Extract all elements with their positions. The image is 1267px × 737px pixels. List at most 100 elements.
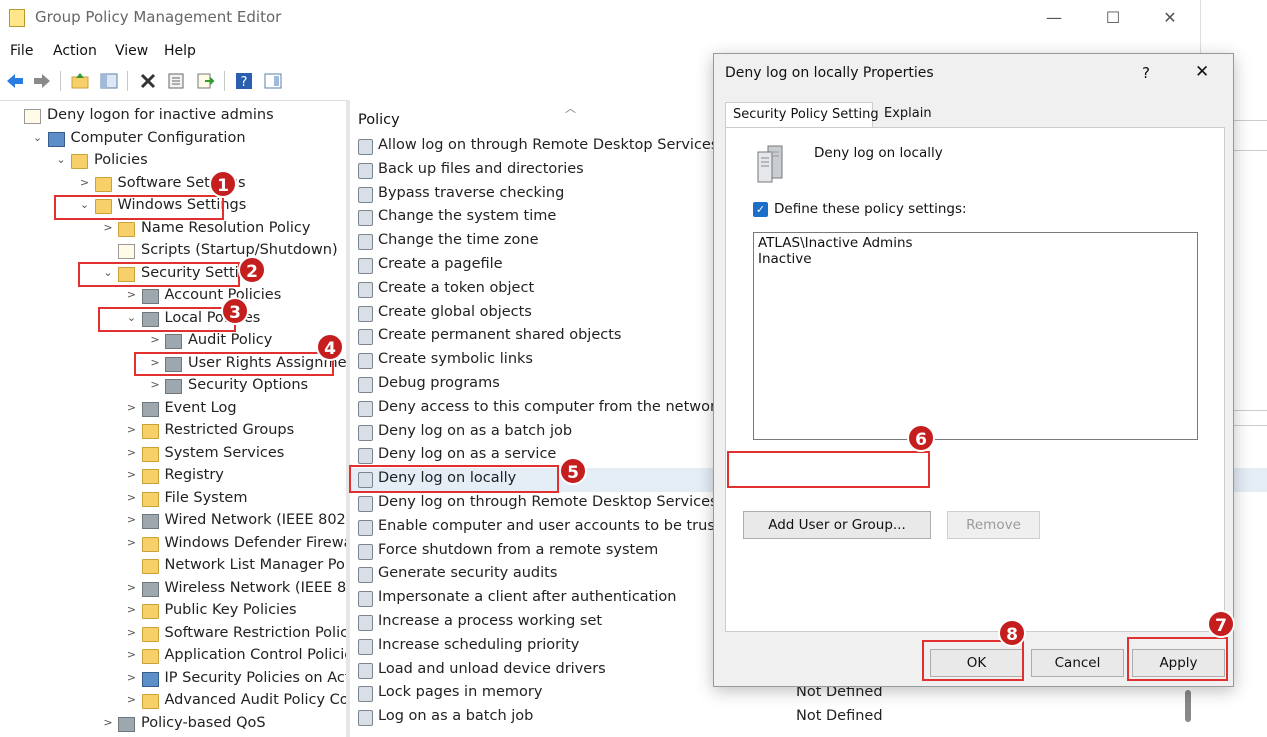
tree-item[interactable]: > Wireless Network (IEEE 802.11) [0, 579, 346, 601]
policy-icon [358, 353, 373, 370]
policy-icon [358, 662, 373, 679]
minimize-button[interactable]: — [1031, 6, 1077, 30]
properties-icon[interactable] [166, 71, 186, 91]
delete-icon[interactable] [138, 71, 158, 91]
chevron-right-icon[interactable]: > [126, 513, 138, 526]
tab-security-policy-setting[interactable]: Security Policy Setting [725, 102, 879, 128]
chevron-right-icon[interactable]: > [126, 626, 138, 639]
dialog-close-button[interactable]: ✕ [1195, 62, 1209, 82]
tree-item[interactable]: > IP Security Policies on Active D [0, 669, 346, 691]
tree-item[interactable]: > Public Key Policies [0, 601, 346, 623]
help-icon[interactable]: ? [234, 71, 254, 91]
policy-row[interactable]: Log on as a batch job Not Defined [350, 706, 1267, 730]
chevron-right-icon[interactable]: > [126, 648, 138, 661]
chevron-right-icon[interactable]: > [149, 378, 161, 391]
remove-button[interactable]: Remove [947, 511, 1040, 539]
tree-item[interactable]: > Software Settings [0, 174, 346, 196]
menu-action[interactable]: Action [53, 43, 97, 59]
annotation-box [1127, 637, 1228, 681]
tree-item-label: Security Options [188, 377, 309, 393]
chevron-right-icon[interactable]: > [79, 176, 91, 189]
chevron-right-icon[interactable]: > [126, 581, 138, 594]
tree-item-label: Public Key Policies [164, 602, 297, 618]
tree-item[interactable]: > System Services [0, 444, 346, 466]
chevron-right-icon[interactable]: > [102, 221, 114, 234]
tree-item[interactable]: > Account Policies [0, 286, 346, 308]
tree-item[interactable]: > Software Restriction Policies [0, 624, 346, 646]
chevron-right-icon[interactable]: > [149, 333, 161, 346]
tree-item[interactable]: > Windows Defender Firewall wi [0, 534, 346, 556]
chevron-right-icon[interactable]: > [126, 288, 138, 301]
chevron-right-icon[interactable]: > [126, 468, 138, 481]
tab-explain[interactable]: Explain [878, 102, 938, 128]
policy-icon [358, 139, 373, 155]
chevron-right-icon[interactable]: > [126, 491, 138, 504]
tree-item[interactable]: > Policy-based QoS [0, 714, 346, 736]
chevron-right-icon[interactable]: > [102, 716, 114, 729]
chevron-right-icon[interactable]: > [126, 423, 138, 436]
tree-item[interactable]: Deny logon for inactive admins [0, 106, 346, 128]
members-listbox[interactable]: ATLAS\Inactive Admins Inactive [753, 232, 1198, 440]
vertical-scrollbar[interactable] [1185, 690, 1191, 722]
close-button[interactable]: ✕ [1147, 6, 1193, 30]
policy-name: Create a token object [378, 279, 535, 296]
menu-view[interactable]: View [115, 43, 148, 59]
toolbar-separator [60, 71, 61, 91]
chevron-right-icon[interactable]: > [126, 446, 138, 459]
policy-icon [358, 162, 373, 179]
show-pane-icon[interactable] [263, 71, 283, 91]
chevron-right-icon[interactable]: > [126, 536, 138, 549]
tree-item[interactable]: > Application Control Policies [0, 646, 346, 668]
tree-item[interactable]: > Advanced Audit Policy Config [0, 691, 346, 713]
policy-icon [358, 210, 373, 227]
tree-item[interactable]: > Event Log [0, 399, 346, 421]
chevron-down-icon[interactable]: ⌄ [55, 153, 67, 166]
back-arrow-icon[interactable] [5, 71, 25, 91]
chevron-right-icon[interactable]: > [126, 671, 138, 684]
security-folder-icon [141, 424, 159, 439]
tree-item[interactable]: > Registry [0, 466, 346, 488]
list-item[interactable]: Inactive [758, 251, 812, 267]
cancel-button[interactable]: Cancel [1031, 649, 1124, 677]
define-policy-label[interactable]: Define these policy settings: [774, 201, 967, 217]
tree-item[interactable]: > Restricted Groups [0, 421, 346, 443]
policy-name: Deny log on as a service [378, 446, 557, 463]
chevron-down-icon[interactable]: ⌄ [32, 131, 44, 144]
tree-item-label: Policies [94, 152, 148, 168]
step-badge: 2 [238, 256, 266, 284]
maximize-button[interactable]: ☐ [1090, 6, 1136, 30]
policy-name: Change the time zone [378, 232, 539, 249]
policy-settings-icon [141, 514, 159, 529]
add-user-or-group-button[interactable]: Add User or Group... [743, 511, 931, 539]
tree-item[interactable]: ⌄ Policies [0, 151, 346, 173]
annotation-box [134, 352, 334, 376]
up-folder-icon[interactable] [70, 71, 90, 91]
annotation-box [98, 307, 236, 332]
tree-item-label: Network List Manager Policies [164, 557, 347, 573]
tree-item[interactable]: > Wired Network (IEEE 802.3) Po [0, 511, 346, 533]
policy-name: Change the system time [378, 208, 557, 225]
chevron-right-icon[interactable]: > [126, 603, 138, 616]
tree-item[interactable]: > Audit Policy [0, 331, 346, 353]
tree-item[interactable]: > File System [0, 489, 346, 511]
forward-arrow-icon[interactable] [32, 71, 52, 91]
export-list-icon[interactable] [195, 71, 215, 91]
define-policy-checkbox[interactable]: ✓ [753, 202, 768, 217]
policy-column-header[interactable]: Policy [358, 112, 400, 128]
dialog-help-button[interactable]: ? [1142, 64, 1150, 82]
menu-help[interactable]: Help [164, 43, 196, 59]
policy-name: Deny log on through Remote Desktop Servi… [378, 494, 718, 510]
policy-icon [358, 377, 373, 393]
list-item[interactable]: ATLAS\Inactive Admins [758, 235, 913, 251]
show-hide-tree-icon[interactable] [99, 71, 119, 91]
policy-name: Increase scheduling priority [378, 636, 580, 653]
chevron-right-icon[interactable]: > [126, 693, 138, 706]
folder-icon [141, 626, 159, 642]
menu-file[interactable]: File [10, 43, 33, 59]
tree-item[interactable]: > Name Resolution Policy [0, 219, 346, 241]
tree-item[interactable]: > Security Options [0, 376, 346, 398]
tree-item[interactable]: ⌄ Computer Configuration [0, 129, 346, 151]
tree-item[interactable]: Scripts (Startup/Shutdown) [0, 241, 346, 263]
chevron-right-icon[interactable]: > [126, 401, 138, 414]
tree-item[interactable]: Network List Manager Policies [0, 556, 346, 578]
